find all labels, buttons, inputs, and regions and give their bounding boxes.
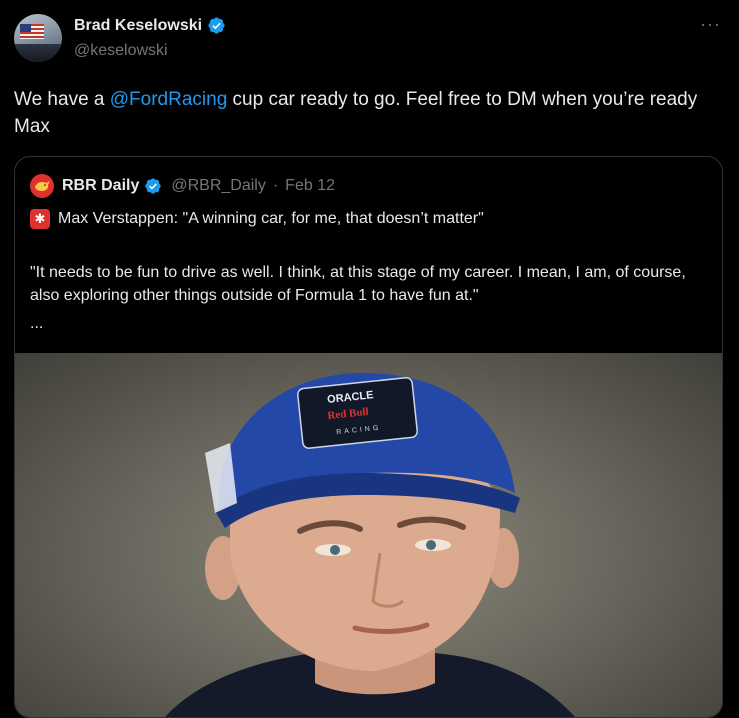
siren-icon: ✱ bbox=[30, 209, 50, 229]
avatar-flag bbox=[20, 24, 44, 39]
mention-link[interactable]: @FordRacing bbox=[110, 89, 228, 110]
quote-body: "It needs to be fun to drive as well. I … bbox=[30, 264, 686, 304]
author-handle[interactable]: @keselowski bbox=[74, 42, 168, 60]
quote-verified-badge-icon bbox=[145, 178, 162, 194]
avatar-crowd bbox=[14, 44, 62, 62]
author-avatar[interactable] bbox=[14, 14, 62, 62]
tweet-text-before: We have a bbox=[14, 89, 110, 110]
quote-ellipsis: ... bbox=[30, 315, 44, 332]
quote-author-name[interactable]: RBR Daily bbox=[62, 177, 139, 195]
portrait-illustration: ORACLE Red Bull RACING bbox=[165, 372, 575, 717]
quote-photo[interactable]: ORACLE Red Bull RACING bbox=[15, 353, 722, 717]
quote-title-text: Max Verstappen: "A winning car, for me, … bbox=[58, 210, 484, 227]
quote-avatar[interactable] bbox=[30, 174, 54, 198]
quote-author-handle[interactable]: @RBR_Daily bbox=[171, 177, 265, 195]
author-name-text[interactable]: Brad Keselowski bbox=[74, 17, 202, 35]
right-iris bbox=[426, 540, 436, 550]
tweet-text: We have a @FordRacing cup car ready to g… bbox=[14, 86, 724, 140]
more-horizontal-icon[interactable]: ··· bbox=[700, 14, 721, 35]
quoted-tweet[interactable]: RBR Daily @RBR_Daily · Feb 12 ✱ Max Vers… bbox=[14, 156, 723, 718]
quote-header: RBR Daily @RBR_Daily · Feb 12 bbox=[30, 174, 335, 198]
left-iris bbox=[330, 545, 340, 555]
quote-separator: · bbox=[272, 177, 279, 194]
bull-logo-icon bbox=[35, 181, 50, 191]
verified-badge-icon bbox=[208, 17, 225, 34]
author-name[interactable]: Brad Keselowski bbox=[74, 16, 226, 35]
quote-title: ✱ Max Verstappen: "A winning car, for me… bbox=[30, 209, 484, 229]
quote-date[interactable]: Feb 12 bbox=[285, 177, 335, 195]
